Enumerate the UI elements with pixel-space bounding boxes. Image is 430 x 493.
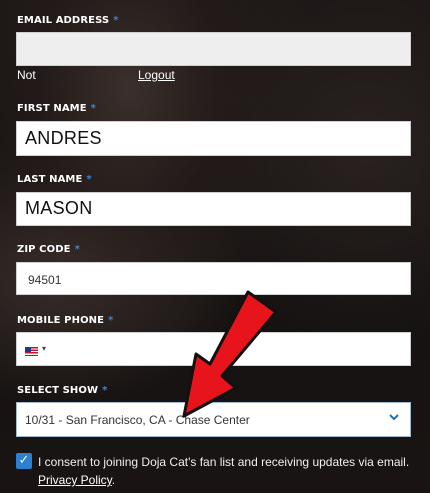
red-arrow-annotation [182,290,278,418]
